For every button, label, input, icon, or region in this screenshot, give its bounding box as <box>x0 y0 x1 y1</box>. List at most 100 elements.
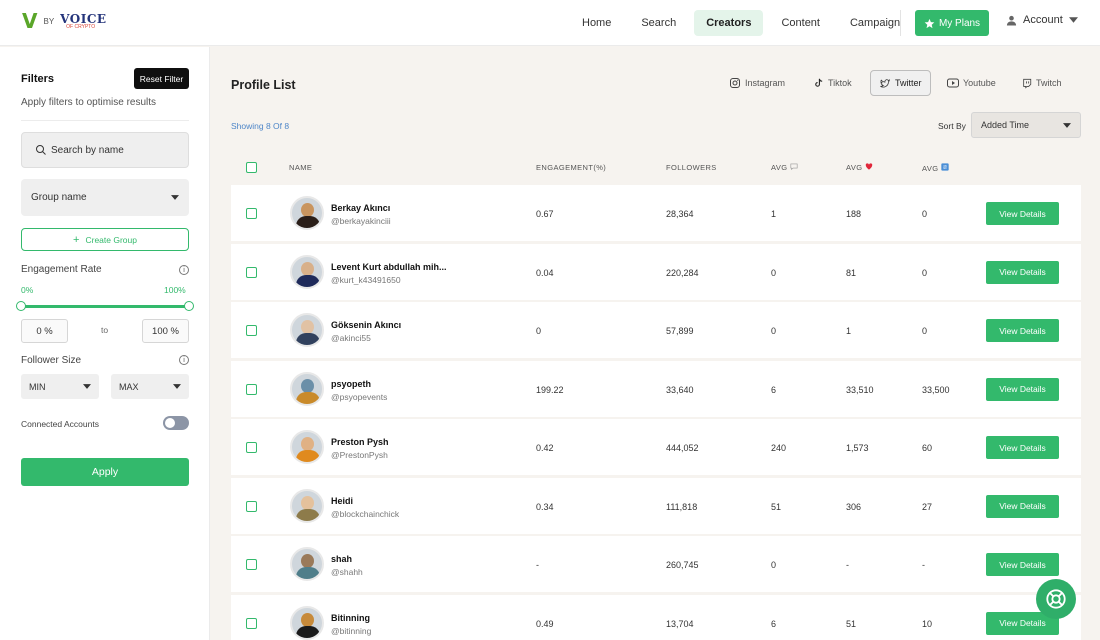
view-details-button[interactable]: View Details <box>986 436 1059 459</box>
account-menu[interactable]: Account <box>1006 14 1078 26</box>
row-checkbox[interactable] <box>246 559 257 570</box>
info-icon[interactable]: i <box>179 265 189 275</box>
engagement-value: 199.22 <box>536 384 564 395</box>
sort-by-select[interactable]: Added Time <box>971 112 1081 138</box>
creator-name[interactable]: psyopeth <box>331 379 371 389</box>
creator-name[interactable]: Heidi <box>331 496 353 506</box>
avatar[interactable] <box>290 488 324 523</box>
info-icon[interactable]: i <box>179 355 189 365</box>
range-to-label: to <box>101 325 109 335</box>
group-name-select[interactable]: Group name <box>21 179 189 216</box>
nav-creators[interactable]: Creators <box>694 10 764 36</box>
avatar[interactable] <box>290 196 324 230</box>
row-checkbox[interactable] <box>246 208 257 219</box>
row-checkbox[interactable] <box>246 500 257 512</box>
avg-retweets-value: 0 <box>922 267 928 278</box>
connected-accounts-toggle[interactable] <box>163 416 189 430</box>
reset-filter-button[interactable]: Reset Filter <box>134 68 189 89</box>
creator-handle: @psyopevents <box>331 391 388 402</box>
avatar-face <box>301 612 314 627</box>
my-plans-button[interactable]: My Plans <box>915 10 989 36</box>
avatar[interactable] <box>290 313 324 347</box>
engagement-min-input[interactable]: 0 % <box>21 319 68 343</box>
nav-campaign[interactable]: Campaign <box>838 10 912 36</box>
create-group-button[interactable]: + Create Group <box>21 228 189 251</box>
my-plans-label: My Plans <box>938 17 981 29</box>
toggle-knob <box>165 418 175 428</box>
creator-name[interactable]: Göksenin Akıncı <box>331 320 401 330</box>
plus-icon: + <box>73 233 80 246</box>
engagement-value: 0.67 <box>536 209 554 219</box>
select-all-checkbox[interactable] <box>246 162 257 173</box>
row-checkbox[interactable] <box>246 442 257 453</box>
engagement-slider-max-handle[interactable] <box>184 301 194 311</box>
table-header: NAME ENGAGEMENT(%) FOLLOWERS AVG AVG AVG <box>231 152 1081 184</box>
avatar[interactable] <box>290 254 324 289</box>
chevron-down-icon <box>173 384 181 389</box>
creator-name[interactable]: shah <box>331 554 352 564</box>
row-checkbox[interactable] <box>246 617 257 629</box>
row-checkbox[interactable] <box>246 383 257 395</box>
avatar[interactable] <box>290 605 324 640</box>
nav-content[interactable]: Content <box>769 10 832 36</box>
creator-name[interactable]: Bitinning <box>331 613 370 623</box>
logo-brand-name: VOICE <box>60 11 107 26</box>
engagement-max-input[interactable]: 100 % <box>142 319 189 343</box>
engagement-slider-min-handle[interactable] <box>16 301 26 311</box>
nav-search[interactable]: Search <box>629 10 688 36</box>
top-header: V BY VOICE OF CRYPTO Home Search Creator… <box>0 0 1100 46</box>
tab-tiktok[interactable]: Tiktok <box>805 70 860 96</box>
col-avg-likes: AVG <box>846 163 873 172</box>
apply-button[interactable]: Apply <box>21 458 189 486</box>
view-details-button[interactable]: View Details <box>986 260 1059 284</box>
filters-sidebar: Filters Reset Filter Apply filters to op… <box>0 47 210 640</box>
creator-name[interactable]: Levent Kurt abdullah mih... <box>331 262 447 272</box>
engagement-rate-label: Engagement Rate <box>21 264 102 275</box>
tab-twitch[interactable]: Twitch <box>1014 70 1070 96</box>
tab-youtube[interactable]: Youtube <box>939 70 1004 96</box>
engagement-value: 0 <box>536 326 542 336</box>
youtube-icon <box>947 78 959 88</box>
engagement-slider-track[interactable] <box>21 305 189 308</box>
table-row: Heidi @blockchainchick 0.34 111,818 51 306 27 V… <box>231 477 1081 534</box>
account-label: Account <box>1023 14 1063 26</box>
row-checkbox[interactable] <box>246 266 257 278</box>
avatar[interactable] <box>290 547 324 581</box>
follower-max-select[interactable]: MAX <box>111 374 189 399</box>
avg-retweets-value: 27 <box>922 501 933 512</box>
twitch-icon <box>1023 78 1032 89</box>
nav-home[interactable]: Home <box>570 10 623 36</box>
avatar-body <box>296 567 320 579</box>
creator-name[interactable]: Berkay Akıncı <box>331 203 390 213</box>
page-title: Profile List <box>231 78 296 92</box>
avatar[interactable] <box>290 430 324 464</box>
chevron-down-icon <box>1063 122 1071 128</box>
avg-likes-value: 188 <box>846 209 862 219</box>
twitter-icon <box>880 78 891 87</box>
view-details-button[interactable]: View Details <box>986 202 1059 225</box>
view-details-button[interactable]: View Details <box>986 319 1059 342</box>
avg-comments-value: 240 <box>771 443 787 453</box>
brand-logo[interactable]: V BY VOICE OF CRYPTO <box>22 11 107 31</box>
help-button[interactable] <box>1036 579 1076 619</box>
comment-icon <box>790 163 798 171</box>
view-details-button[interactable]: View Details <box>986 494 1059 518</box>
follower-min-select[interactable]: MIN <box>21 374 99 399</box>
logo-mark: V <box>22 9 38 33</box>
view-details-button[interactable]: View Details <box>986 377 1059 401</box>
followers-value: 444,052 <box>666 443 699 453</box>
table-row: Göksenin Akıncı @akinci55 0 57,899 0 1 0 View D… <box>231 302 1081 358</box>
row-checkbox[interactable] <box>246 325 257 336</box>
creator-name[interactable]: Preston Pysh <box>331 437 389 447</box>
col-followers: FOLLOWERS <box>666 163 717 172</box>
tab-instagram[interactable]: Instagram <box>721 70 793 96</box>
follower-min-label: MIN <box>29 381 46 392</box>
main-nav: Home Search Creators Content Campaign <box>570 10 912 36</box>
table-row: shah @shahh - 260,745 0 - - View Details <box>231 536 1081 592</box>
avatar[interactable] <box>290 371 324 406</box>
results-count: Showing 8 Of 8 <box>231 121 290 131</box>
tab-twitter[interactable]: Twitter <box>870 70 931 96</box>
search-placeholder: Search by name <box>51 144 124 156</box>
view-details-button[interactable]: View Details <box>986 553 1059 576</box>
search-by-name-input[interactable]: Search by name <box>21 132 189 168</box>
